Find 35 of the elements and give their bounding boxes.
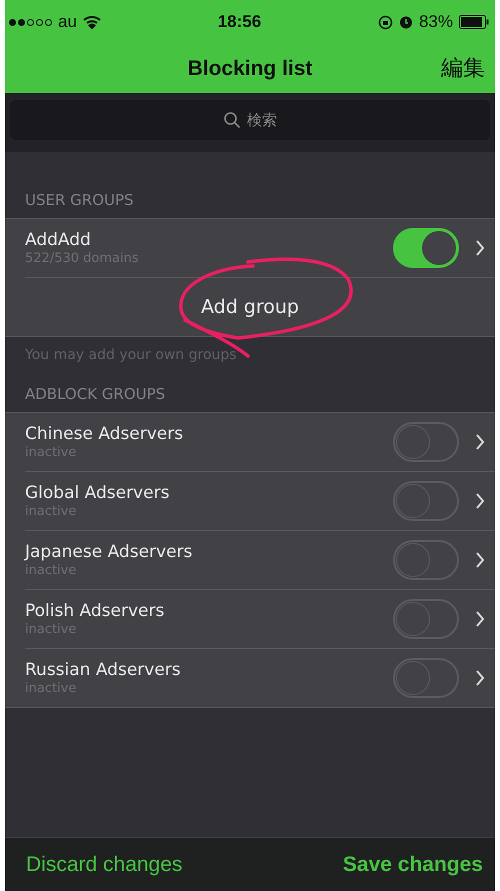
battery-percent: 83% <box>418 12 453 32</box>
toggle-switch[interactable] <box>393 422 459 462</box>
toggle-switch[interactable] <box>393 599 459 639</box>
chevron-icon <box>475 433 485 451</box>
toggle-switch[interactable] <box>393 540 459 580</box>
group-name: Chinese Adservers <box>25 424 184 444</box>
chevron-icon <box>475 669 485 687</box>
group-name: AddAdd <box>25 230 92 250</box>
carrier-name: au <box>58 12 77 32</box>
chevron-icon <box>475 610 485 628</box>
wifi-icon <box>82 15 101 29</box>
chevron-icon <box>475 551 485 569</box>
section-header: ADBLOCK GROUPS <box>24 384 166 405</box>
toggle-switch[interactable] <box>393 228 459 268</box>
toggle-switch[interactable] <box>393 481 459 521</box>
alarm-icon <box>398 15 413 29</box>
group-name: Polish Adservers <box>25 601 166 621</box>
add-group-button[interactable]: Add group <box>5 278 495 336</box>
group-name: Russian Adservers <box>25 660 182 680</box>
chevron-icon <box>475 239 485 257</box>
screen-title: Blocking list <box>188 56 312 80</box>
toggle-switch[interactable] <box>393 658 459 698</box>
search-icon <box>223 111 241 129</box>
battery-icon <box>459 15 489 29</box>
signal-icon <box>9 18 52 26</box>
search-field[interactable]: 検索 <box>10 100 490 140</box>
discard-button[interactable]: Discard changes <box>26 852 182 876</box>
rotation-lock-icon <box>378 14 393 30</box>
group-name: Japanese Adservers <box>25 542 194 562</box>
section-header: USER GROUPS <box>24 190 135 211</box>
edit-button[interactable]: 編集 <box>441 53 485 83</box>
save-button[interactable]: Save changes <box>342 852 483 876</box>
chevron-icon <box>475 492 485 510</box>
group-name: Global Adservers <box>25 483 170 503</box>
status-time: 18:56 <box>218 12 262 32</box>
